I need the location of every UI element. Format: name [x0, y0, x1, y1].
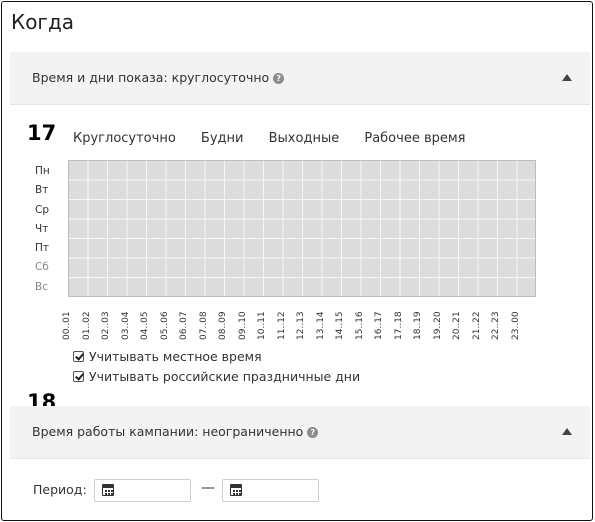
local-time-option[interactable]: Учитывать местное время — [73, 349, 262, 364]
preset-working-hours[interactable]: Рабочее время — [364, 131, 465, 146]
hour-label-text: 07..08 — [198, 311, 209, 340]
collapse-icon[interactable] — [562, 428, 572, 435]
hour-label-text: 05..06 — [159, 311, 170, 340]
hour-label-text: 21..22 — [471, 311, 482, 340]
hour-label-text: 00..01 — [62, 311, 72, 340]
day-labels: Пн Вт Ср Чт Пт Сб Вс — [35, 162, 50, 297]
collapse-icon[interactable] — [562, 74, 572, 81]
help-icon[interactable]: ? — [307, 427, 319, 438]
holidays-checkbox[interactable] — [73, 371, 84, 382]
calendar-icon[interactable] — [230, 484, 242, 496]
hour-label-text: 13..14 — [315, 311, 326, 340]
local-time-checkbox[interactable] — [73, 351, 84, 362]
hour-label-text: 14..15 — [335, 311, 345, 340]
hour-label-text: 22..23 — [491, 311, 501, 340]
hour-label-text: 15..16 — [354, 311, 365, 340]
local-time-label: Учитывать местное время — [89, 349, 262, 364]
holidays-label: Учитывать российские праздничные дни — [89, 369, 361, 384]
schedule-presets: Круглосуточно Будни Выходные Рабочее вре… — [73, 131, 486, 146]
hour-label-text: 02..03 — [101, 311, 111, 340]
day-label: Пн — [35, 165, 50, 177]
hour-label-text: 04..05 — [140, 311, 150, 340]
hour-label-text: 10..11 — [257, 311, 267, 340]
hour-label-text: 08..09 — [218, 311, 228, 340]
hour-label-text: 01..02 — [81, 311, 92, 340]
hour-label-text: 19..20 — [432, 311, 443, 340]
page-title: Когда — [11, 10, 75, 34]
preset-weekdays[interactable]: Будни — [201, 131, 244, 146]
hour-label-text: 09..10 — [237, 311, 248, 340]
day-label: Вс — [35, 280, 48, 293]
hour-label-text: 06..07 — [179, 311, 189, 340]
day-label: Ср — [35, 203, 49, 216]
day-label: Вт — [35, 184, 49, 197]
day-label: Чт — [35, 222, 49, 235]
hour-label-text: 12..13 — [296, 311, 306, 340]
hour-label-text: 11..12 — [276, 311, 287, 340]
hour-label-text: 23..00 — [510, 311, 521, 340]
hour-label-text: 20..21 — [452, 311, 462, 340]
hour-label-text: 18..19 — [413, 311, 423, 340]
preset-round-the-clock[interactable]: Круглосуточно — [73, 131, 176, 146]
step-number-17: 17 — [27, 121, 57, 145]
period-section-label: Время работы кампании: неограниченно? — [32, 424, 319, 439]
when-panel: Когда Время и дни показа: круглосуточно?… — [1, 1, 593, 521]
hour-label-text: 03..04 — [120, 311, 131, 340]
preset-weekends[interactable]: Выходные — [269, 131, 340, 146]
hour-label-text: 16..17 — [374, 311, 384, 340]
day-label: Пт — [35, 242, 50, 255]
hour-labels: 00..01 01..02 02..03 03..04 04..05 05..06 06..… — [62, 302, 537, 342]
period-section-header[interactable]: Время работы кампании: неограниченно? — [10, 406, 590, 459]
start-date-field[interactable] — [94, 479, 191, 502]
day-label: Сб — [35, 261, 49, 274]
calendar-icon[interactable] — [102, 484, 114, 496]
holidays-option[interactable]: Учитывать российские праздничные дни — [73, 369, 360, 384]
schedule-section-header[interactable]: Время и дни показа: круглосуточно? — [10, 52, 590, 105]
period-label: Период: — [33, 482, 87, 497]
hour-label: 23..00 — [511, 302, 537, 342]
help-icon[interactable]: ? — [273, 73, 285, 84]
schedule-section-label: Время и дни показа: круглосуточно? — [32, 70, 285, 85]
hour-label-text: 17..18 — [393, 311, 404, 340]
period-separator: — — [201, 480, 215, 496]
schedule-grid[interactable] — [68, 160, 536, 297]
end-date-field[interactable] — [222, 479, 319, 502]
